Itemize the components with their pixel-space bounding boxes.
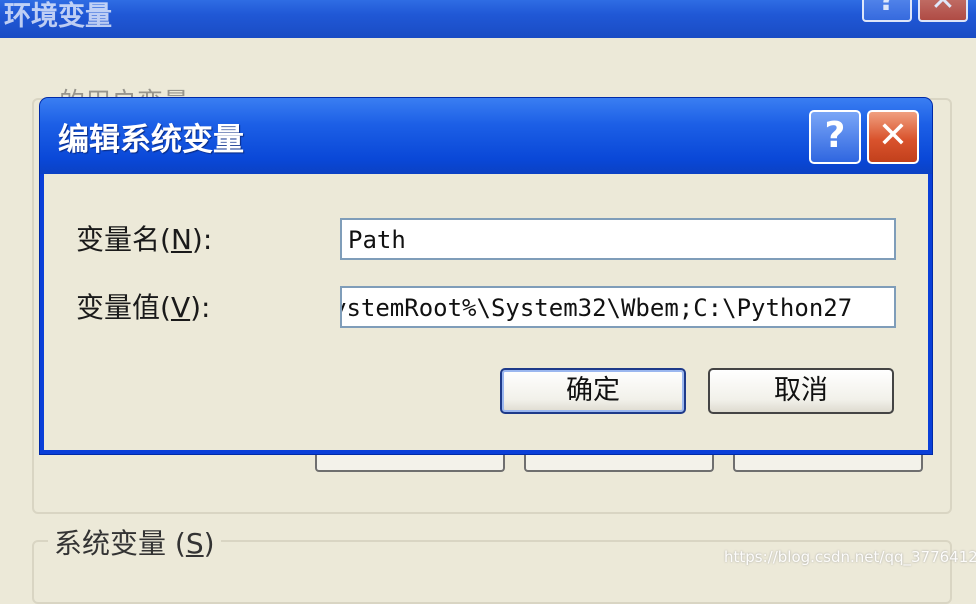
dialog-help-button[interactable]: ? bbox=[809, 110, 861, 164]
dialog-close-button[interactable]: ✕ bbox=[867, 110, 919, 164]
variable-name-input[interactable]: Path bbox=[340, 218, 896, 260]
close-icon: ✕ bbox=[877, 115, 909, 156]
variable-name-mnemonic: N bbox=[170, 223, 192, 256]
variable-value-mnemonic: V bbox=[170, 291, 191, 324]
dialog-titlebar[interactable]: 编辑系统变量 ? ✕ bbox=[40, 98, 932, 174]
variable-name-value: Path bbox=[348, 226, 406, 254]
help-icon: ? bbox=[824, 115, 846, 156]
help-icon: ? bbox=[878, 0, 896, 18]
bg-window-title: 环境变量 bbox=[4, 1, 112, 32]
ok-button[interactable]: 确定 bbox=[500, 368, 686, 414]
watermark-text: https://blog.csdn.net/qq_37764129 bbox=[724, 548, 976, 566]
dialog-title: 编辑系统变量 bbox=[58, 122, 244, 158]
bg-close-button[interactable]: ✕ bbox=[918, 0, 968, 22]
variable-value-text: ystemRoot%\System32\Wbem;C:\Python27 bbox=[340, 294, 853, 322]
variable-value-input[interactable]: ystemRoot%\System32\Wbem;C:\Python27 bbox=[340, 286, 896, 328]
system-variables-label: 系统变量 (S) bbox=[48, 522, 221, 562]
system-variables-mnemonic: S bbox=[185, 527, 204, 560]
edit-system-variable-dialog: 编辑系统变量 ? ✕ 变量名(N): Path 变量值(V): ystemRoo… bbox=[40, 98, 932, 454]
bg-titlebar: 环境变量 ? ✕ bbox=[0, 0, 976, 38]
close-icon: ✕ bbox=[930, 0, 956, 18]
cancel-button[interactable]: 取消 bbox=[708, 368, 894, 414]
variable-value-label: 变量值(V): bbox=[76, 291, 211, 324]
bg-help-button[interactable]: ? bbox=[862, 0, 912, 22]
variable-name-label: 变量名(N): bbox=[76, 223, 213, 256]
dialog-body: 变量名(N): Path 变量值(V): ystemRoot%\System32… bbox=[44, 174, 928, 450]
